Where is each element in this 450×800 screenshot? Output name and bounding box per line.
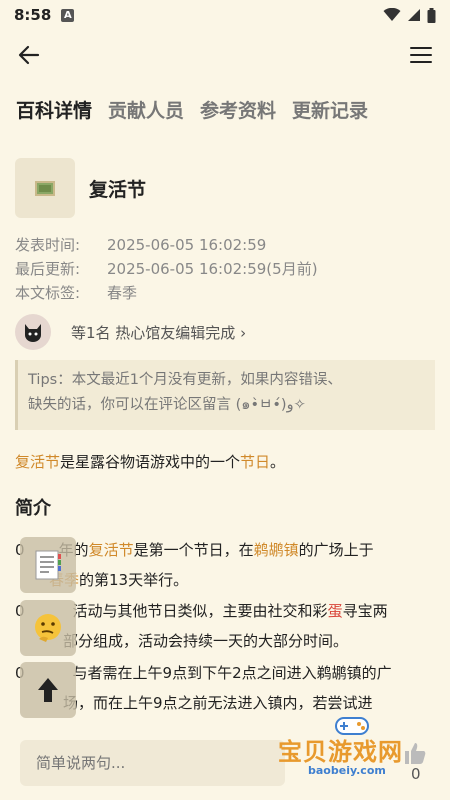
watermark-logo: 宝贝游戏网 baobeiy.com: [272, 712, 432, 782]
paragraph-1: 0年的复活节是第一个节日，在鹈鹕镇的广场上于春季的第13天举行。: [15, 535, 435, 595]
app-bar: [0, 30, 450, 80]
fab-catalog-button[interactable]: [20, 537, 76, 593]
link-easter[interactable]: 复活节: [15, 453, 60, 471]
entry-title: 复活节: [89, 178, 147, 201]
cat-avatar-icon: [25, 324, 41, 342]
link-easter-2[interactable]: 复活节: [89, 541, 134, 559]
tab-update-log[interactable]: 更新记录: [292, 96, 368, 123]
published-label: 发表时间:: [15, 236, 81, 254]
festival-image-icon: [35, 180, 55, 196]
para3-b: 场，而在上午9点之前无法进入镇内，若尝试进: [63, 694, 373, 712]
updated-row: 最后更新: 2025-06-05 16:02:59(5月前): [15, 257, 318, 281]
section-heading-intro: 简介: [15, 498, 51, 519]
para1-b: 是第一个节日，在: [133, 541, 254, 559]
status-time: 8:58: [14, 6, 52, 24]
para2-a: 活动与其他节日类似，主要由社交和彩: [72, 602, 328, 620]
fab-question-button[interactable]: [20, 600, 76, 656]
para1-c: 的广场上于: [298, 541, 374, 559]
thinking-face-icon: [35, 614, 61, 642]
entry-header: 复活节: [15, 158, 146, 218]
document-icon: [35, 550, 61, 580]
intro-text: 是星露谷物语游戏中的一个: [60, 453, 241, 471]
signal-icon: [408, 9, 420, 21]
tips-line-2: 缺失的话，你可以在评论区留言 (๑•̀ㅂ•́)و✧: [28, 397, 306, 413]
status-icons: [383, 7, 436, 23]
tab-references[interactable]: 参考资料: [200, 96, 276, 123]
published-value: 2025-06-05 16:02:59: [107, 236, 267, 254]
tab-contributors[interactable]: 贡献人员: [108, 96, 184, 123]
watermark-domain: baobeiy.com: [308, 764, 386, 777]
hamburger-menu-icon: [410, 47, 432, 63]
tab-details[interactable]: 百科详情: [16, 96, 92, 123]
chevron-right-icon: ›: [240, 323, 247, 342]
para1-d: 的第13天举行。: [79, 571, 189, 589]
avatar[interactable]: [15, 314, 51, 350]
paragraph-3: 0与者需在上午9点到下午2点之间进入鹈鹕镇的广场，而在上午9点之前无法进入镇内，…: [15, 658, 435, 718]
tags-row: 本文标签: 春季: [15, 281, 318, 305]
para3-a: 与者需在上午9点到下午2点之间进入鹈鹕镇的广: [72, 664, 392, 682]
link-egg[interactable]: 蛋: [328, 602, 343, 620]
published-row: 发表时间: 2025-06-05 16:02:59: [15, 233, 318, 257]
para2-c: 部分组成，活动会持续一天的大部分时间。: [63, 632, 349, 650]
tips-box: Tips：本文最近1个月没有更新，如果内容错误、 缺失的话，你可以在评论区留言 …: [15, 360, 435, 430]
updated-label: 最后更新:: [15, 260, 81, 278]
updated-value: 2025-06-05 16:02:59(5月前): [107, 260, 318, 278]
tag-spring[interactable]: 春季: [107, 281, 137, 305]
entry-meta: 发表时间: 2025-06-05 16:02:59 最后更新: 2025-06-…: [15, 233, 318, 305]
comment-input[interactable]: [20, 740, 285, 786]
tags-label: 本文标签:: [15, 284, 81, 302]
intro-sentence: 复活节是星露谷物语游戏中的一个节日。: [15, 451, 285, 472]
arrow-left-icon: [18, 45, 40, 65]
paragraph-2: 0活动与其他节日类似，主要由社交和彩蛋寻宝两部分组成，活动会持续一天的大部分时间…: [15, 596, 435, 656]
battery-icon: [427, 7, 436, 23]
tab-bar: 百科详情 贡献人员 参考资料 更新记录: [16, 96, 368, 123]
menu-button[interactable]: [406, 40, 436, 70]
para2-b: 寻宝两: [342, 602, 388, 620]
tips-line-1: Tips：本文最近1个月没有更新，如果内容错误、: [28, 372, 342, 388]
watermark-text: 宝贝游戏网: [278, 738, 403, 766]
notification-a-icon: A: [61, 8, 75, 22]
contributors-row[interactable]: 等1名 热心馆友编辑完成 ›: [15, 314, 246, 350]
back-button[interactable]: [14, 40, 44, 70]
intro-end: 。: [270, 453, 286, 471]
entry-thumbnail: [15, 158, 75, 218]
status-bar: 8:58 A: [0, 0, 450, 30]
arrow-up-icon: [38, 678, 58, 702]
contributors-text[interactable]: 等1名 热心馆友编辑完成 ›: [71, 322, 246, 343]
contributors-label: 等1名 热心馆友编辑完成: [71, 323, 236, 342]
link-pelican-town[interactable]: 鹈鹕镇: [254, 541, 299, 559]
link-festival[interactable]: 节日: [240, 453, 270, 471]
wifi-icon: [383, 8, 401, 21]
fab-scroll-top-button[interactable]: [20, 662, 76, 718]
